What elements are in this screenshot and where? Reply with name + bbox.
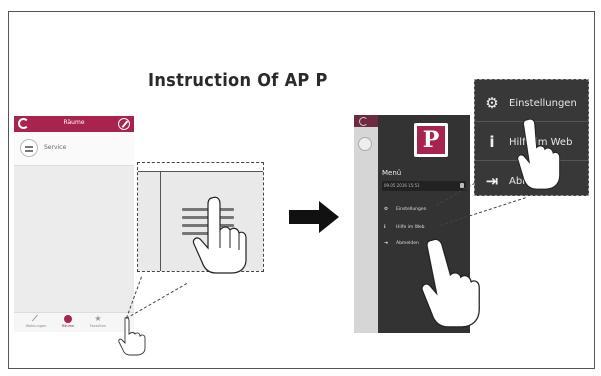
gear-icon: ⚙ (485, 94, 499, 112)
lock-icon[interactable] (460, 183, 464, 188)
zoom-item-label: Einstellungen (509, 98, 577, 109)
paulmann-logo: P (414, 123, 448, 157)
bottom-nav: Wohnungen Räume ★ Favoriten (14, 312, 134, 332)
left-phone-screen: Räume Service Wohnungen Räume ★ Favorite… (14, 116, 134, 332)
gear-icon: ⚙ (384, 207, 389, 212)
menu-date: 09.05.2016 15:51 (382, 181, 466, 191)
nav-item-raeume[interactable]: Räume (56, 315, 80, 328)
hand-tap-icon (516, 118, 572, 190)
menu-item-label: Einstellungen (396, 207, 427, 212)
logout-icon: ⇥ (384, 241, 388, 246)
info-icon: i (384, 225, 386, 230)
dimmed-app-strip (354, 115, 378, 333)
menu-title: Menü (382, 169, 402, 177)
menu-item-abmelden[interactable]: ⇥ Abmelden (384, 241, 419, 246)
menu-item-label: Abmelden (396, 241, 419, 246)
nav-item-favoriten[interactable]: ★ Favoriten (86, 314, 110, 329)
header-title: Räume (63, 119, 85, 126)
menu-item-label: Hilfe im Web (396, 225, 425, 230)
refresh-icon (354, 115, 378, 127)
service-label: Service (44, 144, 67, 151)
star-icon: ★ (94, 314, 102, 323)
info-icon: i (489, 133, 495, 151)
service-icon (20, 139, 38, 157)
edit-icon[interactable] (118, 118, 130, 130)
zoom-divider (160, 172, 161, 271)
page-title: Instruction Of AP P (148, 70, 328, 91)
app-header: Räume (14, 116, 134, 132)
hand-tap-icon (190, 196, 250, 274)
logo-letter: P (417, 126, 445, 154)
wand-icon (31, 314, 41, 324)
nav-item-wohnungen[interactable]: Wohnungen (24, 314, 48, 328)
zoom-menu-item-einstellungen[interactable]: ⚙ Einstellungen (475, 86, 588, 122)
logout-icon: ⇥ (485, 172, 499, 190)
menu-item-hilfe[interactable]: i Hilfe im Web (384, 225, 425, 230)
zoom-header-strip (138, 163, 263, 172)
service-icon (358, 137, 372, 151)
nav-label: Favoriten (89, 324, 107, 328)
menu-item-einstellungen[interactable]: ⚙ Einstellungen (384, 207, 427, 212)
hand-small-icon (117, 316, 153, 356)
hand-tap-icon (420, 238, 490, 328)
nav-label: Räume (61, 324, 75, 328)
service-row[interactable]: Service (14, 132, 134, 166)
home-icon (64, 315, 72, 323)
nav-label: Wohnungen (25, 324, 47, 328)
date-text: 09.05.2016 15:51 (384, 183, 420, 188)
